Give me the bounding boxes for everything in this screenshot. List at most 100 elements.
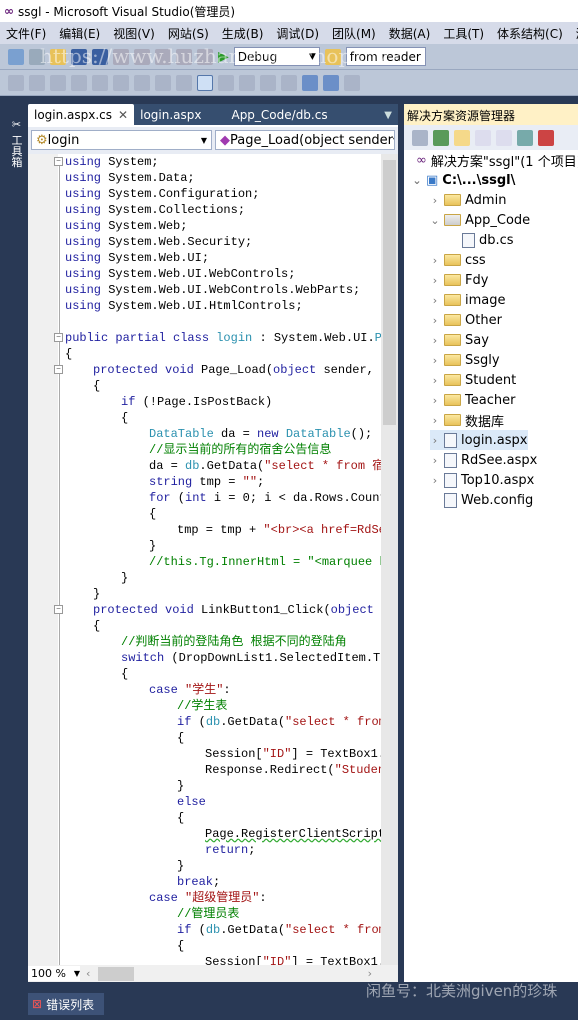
prev-bookmark-icon[interactable]	[218, 74, 234, 91]
chevron-right-icon[interactable]: ›	[430, 274, 440, 287]
code-token: protected void	[93, 363, 194, 377]
error-list-tab[interactable]: ⊠ 错误列表	[28, 993, 104, 1015]
chevron-down-icon[interactable]: ⌄	[430, 214, 440, 227]
tree-item[interactable]: › Other	[430, 310, 502, 330]
menu-item[interactable]: 团队(M)	[332, 25, 376, 42]
tree-item[interactable]: › image	[430, 290, 506, 310]
refresh-icon[interactable]	[433, 129, 449, 146]
code-token: (	[191, 923, 206, 937]
clear-bookmarks-icon[interactable]	[344, 74, 360, 91]
menu-item[interactable]: 文件(F)	[6, 25, 46, 42]
parameter-info-icon[interactable]	[29, 74, 45, 91]
code-line: {	[177, 810, 184, 826]
tab-login-aspx[interactable]: login.aspx	[134, 104, 207, 125]
quick-info-icon[interactable]	[50, 74, 66, 91]
tree-item[interactable]: › Fdy	[430, 270, 489, 290]
zoom-dropdown[interactable]: 100 % ▼	[28, 966, 80, 981]
class-dropdown[interactable]: ⚙login ▼	[31, 130, 212, 150]
chevron-right-icon[interactable]: ›	[430, 294, 440, 307]
display-icon[interactable]	[92, 74, 108, 91]
tree-item[interactable]: › Student	[430, 370, 516, 390]
code-token: db	[205, 923, 221, 937]
menu-item[interactable]: 体系结构(C)	[497, 25, 563, 42]
next-bookmark-folder-icon[interactable]	[281, 74, 297, 91]
code-token: :	[259, 891, 267, 905]
menu-item[interactable]: 网站(S)	[168, 25, 209, 42]
code-line: //管理员表	[177, 906, 239, 922]
menu-item[interactable]: 工具(T)	[443, 25, 484, 42]
next-doc-bookmark-icon[interactable]	[323, 74, 339, 91]
view-code-icon[interactable]	[475, 129, 491, 146]
menu-item[interactable]: 生成(B)	[222, 25, 264, 42]
chevron-right-icon[interactable]: ›	[430, 394, 440, 407]
asp-config-icon[interactable]	[538, 129, 554, 146]
vertical-scroll-thumb[interactable]	[383, 160, 396, 425]
chevron-right-icon[interactable]: ›	[430, 474, 440, 487]
chevron-right-icon[interactable]: ›	[430, 314, 440, 327]
collapse-icon[interactable]: −	[54, 605, 63, 614]
toolbox-tab[interactable]: ✂ 工具箱	[0, 100, 24, 180]
tab-db-cs[interactable]: App_Code/db.cs	[225, 104, 333, 125]
menu-item[interactable]: 编辑(E)	[59, 25, 100, 42]
collapse-icon[interactable]: −	[54, 157, 63, 166]
tree-item[interactable]: › Say	[430, 330, 489, 350]
prev-bookmark-folder-icon[interactable]	[260, 74, 276, 91]
chevron-right-icon[interactable]: ›	[430, 434, 440, 447]
next-bookmark-icon[interactable]	[239, 74, 255, 91]
uncomment-icon[interactable]	[176, 74, 192, 91]
tree-item[interactable]: db.cs	[462, 230, 514, 250]
tree-item[interactable]: › Admin	[430, 190, 507, 210]
comment-icon[interactable]	[155, 74, 171, 91]
new-project-icon[interactable]	[8, 48, 24, 65]
member-dropdown[interactable]: ◆Page_Load(object sender▼	[215, 130, 395, 150]
tab-login-aspx-cs[interactable]: login.aspx.cs ✕	[28, 104, 135, 125]
chevron-right-icon[interactable]: ›	[430, 454, 440, 467]
tree-item[interactable]: › css	[430, 250, 486, 270]
properties-icon[interactable]	[412, 129, 428, 146]
collapse-icon[interactable]: −	[54, 365, 63, 374]
code-area[interactable]: using System; − using System.Data; using Sy…	[28, 154, 381, 965]
nest-files-icon[interactable]	[454, 129, 470, 146]
chevron-right-icon[interactable]: ›	[430, 374, 440, 387]
menu-item[interactable]: 视图(V)	[113, 25, 155, 42]
chevron-right-icon[interactable]: ›	[430, 414, 440, 427]
code-token: .GetData(	[220, 715, 286, 729]
tree-item[interactable]: › login.aspx	[430, 430, 528, 450]
prev-doc-bookmark-icon[interactable]	[302, 74, 318, 91]
copy-website-icon[interactable]	[517, 129, 533, 146]
tree-item[interactable]: › RdSee.aspx	[430, 450, 537, 470]
menu-item[interactable]: 数据(A)	[389, 25, 431, 42]
solution-node[interactable]: ∞ 解决方案"ssgl"(1 个项目)	[416, 150, 578, 170]
view-designer-icon[interactable]	[496, 129, 512, 146]
tree-item-label: css	[465, 252, 486, 268]
complete-word-icon[interactable]	[71, 74, 87, 91]
code-token: {	[93, 619, 101, 633]
tree-item[interactable]: Web.config	[430, 490, 533, 510]
menu-item[interactable]: 调试(D)	[276, 25, 319, 42]
scroll-right-icon[interactable]: ›	[368, 967, 372, 980]
code-token: using	[65, 299, 102, 313]
tree-item[interactable]: › Top10.aspx	[430, 470, 534, 490]
close-icon[interactable]: ✕	[118, 108, 128, 122]
scroll-left-icon[interactable]: ‹	[86, 967, 90, 980]
collapse-icon[interactable]: −	[54, 333, 63, 342]
chevron-right-icon[interactable]: ›	[430, 334, 440, 347]
file-icon	[444, 452, 457, 468]
bookmark-icon[interactable]	[197, 74, 213, 91]
member-list-icon[interactable]	[8, 74, 24, 91]
outdent-icon[interactable]	[113, 74, 129, 91]
tree-item[interactable]: › Ssgly	[430, 350, 500, 370]
tree-item[interactable]: › 数据库	[430, 410, 504, 430]
chevron-right-icon[interactable]: ›	[430, 194, 440, 207]
code-token: //学生表	[177, 699, 228, 713]
horizontal-scroll-thumb[interactable]	[98, 966, 135, 981]
tree-item[interactable]: ⌄ App_Code	[430, 210, 530, 230]
tree-item-label: Fdy	[465, 272, 489, 288]
chevron-right-icon[interactable]: ›	[430, 254, 440, 267]
chevron-right-icon[interactable]: ›	[430, 354, 440, 367]
indent-icon[interactable]	[134, 74, 150, 91]
tab-overflow-icon[interactable]: ▼	[384, 110, 392, 121]
tree-item[interactable]: › Teacher	[430, 390, 516, 410]
project-node[interactable]: ⌄ ▣ C:\...\ssgl\	[412, 170, 515, 190]
chevron-down-icon[interactable]: ⌄	[412, 174, 422, 187]
